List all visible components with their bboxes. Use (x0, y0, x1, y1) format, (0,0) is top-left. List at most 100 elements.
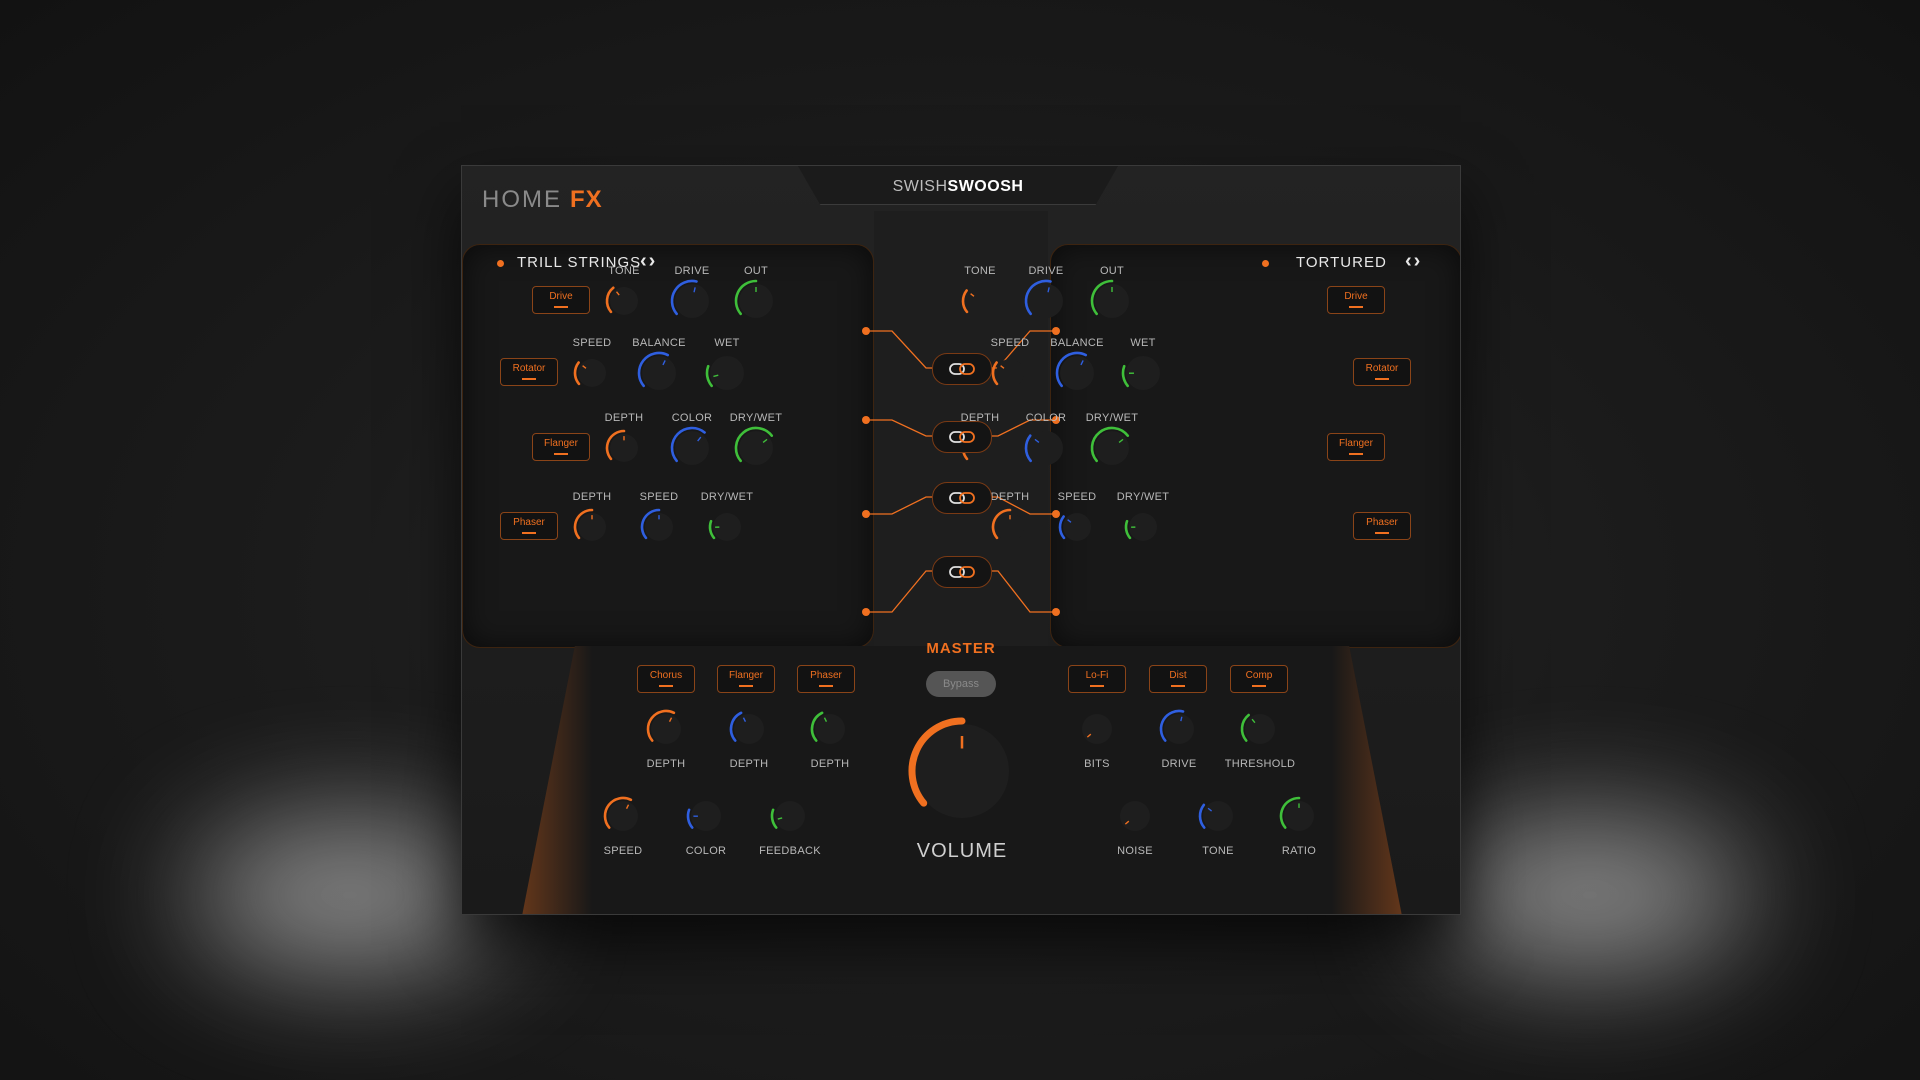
knob-body (1029, 284, 1063, 318)
right-drive-tone-knob[interactable] (959, 280, 1001, 322)
knob-body (1029, 431, 1063, 465)
left-phaser-dry/wet-knob[interactable] (706, 506, 748, 548)
right-rotator-wet-knob[interactable] (1119, 349, 1167, 397)
master-right-drive-knob[interactable] (1157, 707, 1201, 751)
right-preset-arrows-icon[interactable]: ‹› (1405, 250, 1422, 273)
left-knob-label-dry/wet: DRY/WET (700, 491, 754, 503)
right-chain-title[interactable]: TORTURED (1296, 254, 1387, 271)
link-button[interactable] (932, 482, 992, 514)
knob-body (815, 714, 845, 744)
master-knob-label-tone: TONE (1202, 845, 1234, 857)
knob-body (1060, 356, 1094, 390)
right-phaser-depth-knob[interactable] (989, 506, 1031, 548)
master-left-depth-knob[interactable] (644, 707, 688, 751)
master-volume-knob[interactable] (908, 717, 1016, 825)
knob-body (1164, 714, 1194, 744)
right-phaser-dry/wet-knob[interactable] (1122, 506, 1164, 548)
brand-swish: SWISH (892, 178, 948, 195)
master-right-bits-knob[interactable] (1075, 707, 1119, 751)
right-drive-button[interactable]: Drive (1327, 286, 1385, 314)
knob-body (675, 431, 709, 465)
master-dist-button[interactable]: Dist (1149, 665, 1207, 693)
right-flanger-color-knob[interactable] (1022, 424, 1070, 472)
right-flanger-dry/wet-knob[interactable] (1088, 424, 1136, 472)
left-flanger-dry/wet-knob[interactable] (732, 424, 780, 472)
left-rotator-button[interactable]: Rotator (500, 358, 558, 386)
link-button[interactable] (932, 353, 992, 385)
master-flanger-button[interactable]: Flanger (717, 665, 775, 693)
knob-body (651, 714, 681, 744)
master-comp-button[interactable]: Comp (1230, 665, 1288, 693)
left-rotator-speed-knob[interactable] (571, 352, 613, 394)
left-drive-drive-knob[interactable] (668, 277, 716, 325)
link-button[interactable] (932, 556, 992, 588)
brand-swoosh: SWOOSH (947, 178, 1024, 195)
link-button[interactable] (932, 421, 992, 453)
knob-body (775, 801, 805, 831)
right-chain-indicator (1262, 260, 1269, 267)
right-knob-label-dry/wet: DRY/WET (1085, 412, 1139, 424)
master-left-feedback-knob[interactable] (768, 794, 812, 838)
right-phaser-button[interactable]: Phaser (1353, 512, 1411, 540)
left-phaser-speed-knob[interactable] (638, 506, 680, 548)
master-knob-label-color: COLOR (685, 845, 727, 857)
chain-link-icon (949, 363, 975, 375)
left-flanger-button[interactable]: Flanger (532, 433, 590, 461)
knob-body (1063, 513, 1091, 541)
left-knob-label-out: OUT (743, 265, 769, 277)
master-chorus-button[interactable]: Chorus (637, 665, 695, 693)
left-phaser-depth-knob[interactable] (571, 506, 613, 548)
master-knob-label-speed: SPEED (603, 845, 643, 857)
left-drive-tone-knob[interactable] (603, 280, 645, 322)
left-rotator-balance-knob[interactable] (635, 349, 683, 397)
knob-body (996, 359, 1024, 387)
master-knob-label-depth: DEPTH (810, 758, 850, 770)
plugin-window: HOME FX SWISHSWOOSH TRILL STRINGS ‹› TOR… (461, 165, 1461, 915)
master-left-color-knob[interactable] (684, 794, 728, 838)
left-phaser-button[interactable]: Phaser (500, 512, 558, 540)
left-flanger-color-knob[interactable] (668, 424, 716, 472)
knob-body (1245, 714, 1275, 744)
right-rotator-speed-knob[interactable] (989, 352, 1031, 394)
left-rotator-wet-knob[interactable] (703, 349, 751, 397)
bypass-button[interactable]: Bypass (926, 671, 996, 697)
knob-body (578, 359, 606, 387)
master-left-speed-knob[interactable] (601, 794, 645, 838)
knob-body (1120, 801, 1150, 831)
logo-fx: FX (570, 186, 603, 213)
master-lo-fi-button[interactable]: Lo-Fi (1068, 665, 1126, 693)
master-right-threshold-knob[interactable] (1238, 707, 1282, 751)
right-knob-label-wet: WET (1130, 337, 1156, 349)
left-drive-out-knob[interactable] (732, 277, 780, 325)
knob-body (1095, 431, 1129, 465)
right-flanger-button[interactable]: Flanger (1327, 433, 1385, 461)
volume-label: VOLUME (916, 840, 1008, 862)
knob-body (1082, 714, 1112, 744)
knob-body (710, 356, 744, 390)
right-knob-label-out: OUT (1099, 265, 1125, 277)
master-right-noise-knob[interactable] (1113, 794, 1157, 838)
chain-link-icon (949, 566, 975, 578)
master-knob-label-depth: DEPTH (646, 758, 686, 770)
knob-body (1203, 801, 1233, 831)
chain-link-icon (949, 431, 975, 443)
right-knob-label-dry/wet: DRY/WET (1116, 491, 1170, 503)
right-drive-out-knob[interactable] (1088, 277, 1136, 325)
chain-link-icon (949, 492, 975, 504)
left-drive-button[interactable]: Drive (532, 286, 590, 314)
right-rotator-balance-knob[interactable] (1053, 349, 1101, 397)
right-drive-drive-knob[interactable] (1022, 277, 1070, 325)
master-phaser-button[interactable]: Phaser (797, 665, 855, 693)
master-left-depth-knob[interactable] (727, 707, 771, 751)
master-left-depth-knob[interactable] (808, 707, 852, 751)
left-knob-label-dry/wet: DRY/WET (729, 412, 783, 424)
master-knob-label-threshold: THRESHOLD (1224, 758, 1296, 770)
knob-body (610, 287, 638, 315)
knob-body (966, 287, 994, 315)
master-right-tone-knob[interactable] (1196, 794, 1240, 838)
right-rotator-button[interactable]: Rotator (1353, 358, 1411, 386)
right-phaser-speed-knob[interactable] (1056, 506, 1098, 548)
master-knob-label-noise: NOISE (1117, 845, 1153, 857)
master-right-ratio-knob[interactable] (1277, 794, 1321, 838)
left-flanger-depth-knob[interactable] (603, 427, 645, 469)
